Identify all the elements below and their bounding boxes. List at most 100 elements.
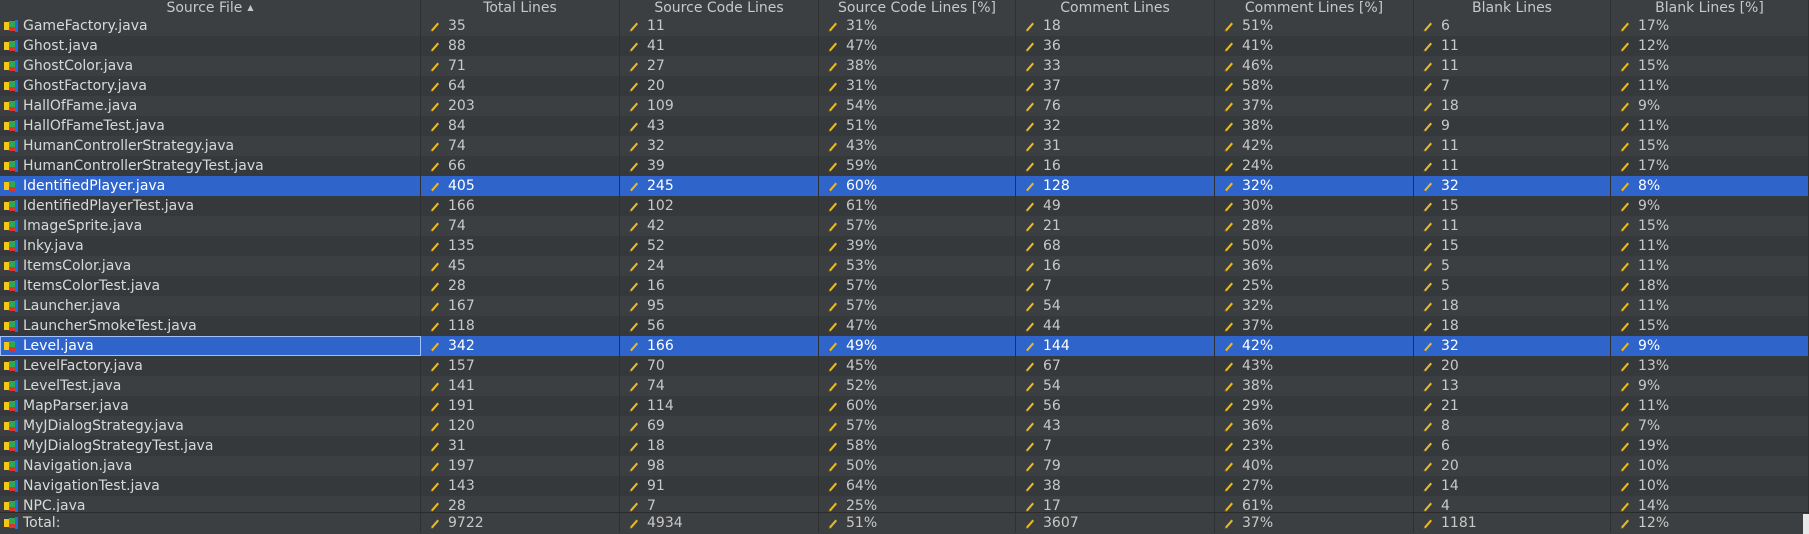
metric-cell[interactable]: 30% <box>1215 196 1414 216</box>
metric-cell[interactable]: 16 <box>1016 256 1215 276</box>
metric-cell[interactable]: 16 <box>1016 156 1215 176</box>
source-file-cell[interactable]: GameFactory.java <box>0 16 421 36</box>
source-file-cell[interactable]: IdentifiedPlayerTest.java <box>0 196 421 216</box>
metric-cell[interactable]: 32 <box>620 136 819 156</box>
metric-cell[interactable]: 27% <box>1215 476 1414 496</box>
table-row[interactable]: HumanControllerStrategy.java 74 32 43% 31 42%… <box>0 136 1809 157</box>
metric-cell[interactable]: 66 <box>421 156 620 176</box>
metric-cell[interactable]: 84 <box>421 116 620 136</box>
metric-cell[interactable]: 11% <box>1611 396 1809 416</box>
metric-cell[interactable]: 64% <box>819 476 1016 496</box>
column-header-total-lines[interactable]: Total Lines <box>421 0 620 16</box>
scrollbar-thumb[interactable] <box>1803 514 1809 534</box>
source-file-cell[interactable]: Ghost.java <box>0 36 421 56</box>
metric-cell[interactable]: 60% <box>819 176 1016 196</box>
metric-cell[interactable]: 74 <box>620 376 819 396</box>
metric-cell[interactable]: 32% <box>1215 296 1414 316</box>
source-file-cell[interactable]: MyJDialogStrategyTest.java <box>0 436 421 456</box>
metric-cell[interactable]: 74 <box>421 136 620 156</box>
metric-cell[interactable]: 6 <box>1414 16 1611 36</box>
metric-cell[interactable]: 51% <box>819 116 1016 136</box>
metric-cell[interactable]: 31 <box>1016 136 1215 156</box>
table-row[interactable]: LevelFactory.java 157 70 45% 67 43% 20 13% <box>0 356 1809 377</box>
metric-cell[interactable]: 56 <box>1016 396 1215 416</box>
metric-cell[interactable]: 36 <box>1016 36 1215 56</box>
metric-cell[interactable]: 19% <box>1611 436 1809 456</box>
metric-cell[interactable]: 16 <box>620 276 819 296</box>
table-row[interactable]: LauncherSmokeTest.java 118 56 47% 44 37% 18 15% <box>0 316 1809 337</box>
metric-cell[interactable]: 67 <box>1016 356 1215 376</box>
metric-cell[interactable]: 191 <box>421 396 620 416</box>
column-header-source-code-lines[interactable]: Source Code Lines <box>620 0 819 16</box>
metric-cell[interactable]: 342 <box>421 336 620 356</box>
metric-cell[interactable]: 118 <box>421 316 620 336</box>
column-header-comment-lines-percent[interactable]: Comment Lines [%] <box>1215 0 1414 16</box>
metric-cell[interactable]: 32 <box>1016 116 1215 136</box>
metric-cell[interactable]: 114 <box>620 396 819 416</box>
metric-cell[interactable]: 25% <box>1215 276 1414 296</box>
table-row[interactable]: IdentifiedPlayer.java 405 245 60% 128 32% 32 8% <box>0 176 1809 197</box>
metric-cell[interactable]: 9% <box>1611 196 1809 216</box>
metric-cell[interactable]: 245 <box>620 176 819 196</box>
metric-cell[interactable]: 47% <box>819 316 1016 336</box>
metric-cell[interactable]: 32 <box>1414 176 1611 196</box>
metric-cell[interactable]: 11% <box>1611 236 1809 256</box>
metric-cell[interactable]: 135 <box>421 236 620 256</box>
metric-cell[interactable]: 41 <box>620 36 819 56</box>
table-row[interactable]: HallOfFameTest.java 84 43 51% 32 38% 9 11% <box>0 116 1809 137</box>
metric-cell[interactable]: 52% <box>819 376 1016 396</box>
metric-cell[interactable]: 203 <box>421 96 620 116</box>
metric-cell[interactable]: 42 <box>620 216 819 236</box>
metric-cell[interactable]: 60% <box>819 396 1016 416</box>
table-row[interactable]: MyJDialogStrategyTest.java 31 18 58% 7 23% 6 19… <box>0 436 1809 457</box>
metric-cell[interactable]: 76 <box>1016 96 1215 116</box>
table-row[interactable]: HumanControllerStrategyTest.java 66 39 59% 1… <box>0 156 1809 177</box>
metric-cell[interactable]: 70 <box>620 356 819 376</box>
source-file-cell[interactable]: HumanControllerStrategy.java <box>0 136 421 156</box>
metric-cell[interactable]: 36% <box>1215 256 1414 276</box>
source-file-cell[interactable]: HallOfFame.java <box>0 96 421 116</box>
metric-cell[interactable]: 88 <box>421 36 620 56</box>
metric-cell[interactable]: 7 <box>1016 436 1215 456</box>
source-file-cell[interactable]: GhostFactory.java <box>0 76 421 96</box>
metric-cell[interactable]: 38% <box>819 56 1016 76</box>
metric-cell[interactable]: 49 <box>1016 196 1215 216</box>
metric-cell[interactable]: 31% <box>819 76 1016 96</box>
metric-cell[interactable]: 37% <box>1215 96 1414 116</box>
metric-cell[interactable]: 18 <box>1414 296 1611 316</box>
metric-cell[interactable]: 36% <box>1215 416 1414 436</box>
metric-cell[interactable]: 43 <box>620 116 819 136</box>
metric-cell[interactable]: 54% <box>819 96 1016 116</box>
metric-cell[interactable]: 54 <box>1016 376 1215 396</box>
metric-cell[interactable]: 11 <box>1414 36 1611 56</box>
metric-cell[interactable]: 18% <box>1611 276 1809 296</box>
table-row[interactable]: ItemsColor.java 45 24 53% 16 36% 5 11% <box>0 256 1809 277</box>
metric-cell[interactable]: 52 <box>620 236 819 256</box>
metric-cell[interactable]: 37 <box>1016 76 1215 96</box>
metric-cell[interactable]: 12% <box>1611 36 1809 56</box>
metric-cell[interactable]: 143 <box>421 476 620 496</box>
metric-cell[interactable]: 50% <box>819 456 1016 476</box>
table-row[interactable]: GhostColor.java 71 27 38% 33 46% 11 15% <box>0 56 1809 77</box>
metric-cell[interactable]: 42% <box>1215 336 1414 356</box>
metric-cell[interactable]: 95 <box>620 296 819 316</box>
metric-cell[interactable]: 7 <box>1016 276 1215 296</box>
metric-cell[interactable]: 45% <box>819 356 1016 376</box>
metric-cell[interactable]: 32% <box>1215 176 1414 196</box>
metric-cell[interactable]: 74 <box>421 216 620 236</box>
table-row[interactable]: Navigation.java 197 98 50% 79 40% 20 10% <box>0 456 1809 477</box>
metric-cell[interactable]: 11 <box>1414 156 1611 176</box>
table-row[interactable]: LevelTest.java 141 74 52% 54 38% 13 9% <box>0 376 1809 397</box>
source-file-cell[interactable]: HumanControllerStrategyTest.java <box>0 156 421 176</box>
metric-cell[interactable]: 11% <box>1611 116 1809 136</box>
table-row[interactable]: Ghost.java 88 41 47% 36 41% 11 12% <box>0 36 1809 57</box>
source-file-cell[interactable]: HallOfFameTest.java <box>0 116 421 136</box>
metric-cell[interactable]: 58% <box>819 436 1016 456</box>
metric-cell[interactable]: 32 <box>1414 336 1611 356</box>
table-row[interactable]: Level.java 342 166 49% 144 42% 32 9% <box>0 336 1809 357</box>
metric-cell[interactable]: 15% <box>1611 136 1809 156</box>
metric-cell[interactable]: 20 <box>1414 456 1611 476</box>
metric-cell[interactable]: 57% <box>819 216 1016 236</box>
source-file-cell[interactable]: ImageSprite.java <box>0 216 421 236</box>
column-header-source-file[interactable]: Source File ▲ <box>0 0 421 16</box>
